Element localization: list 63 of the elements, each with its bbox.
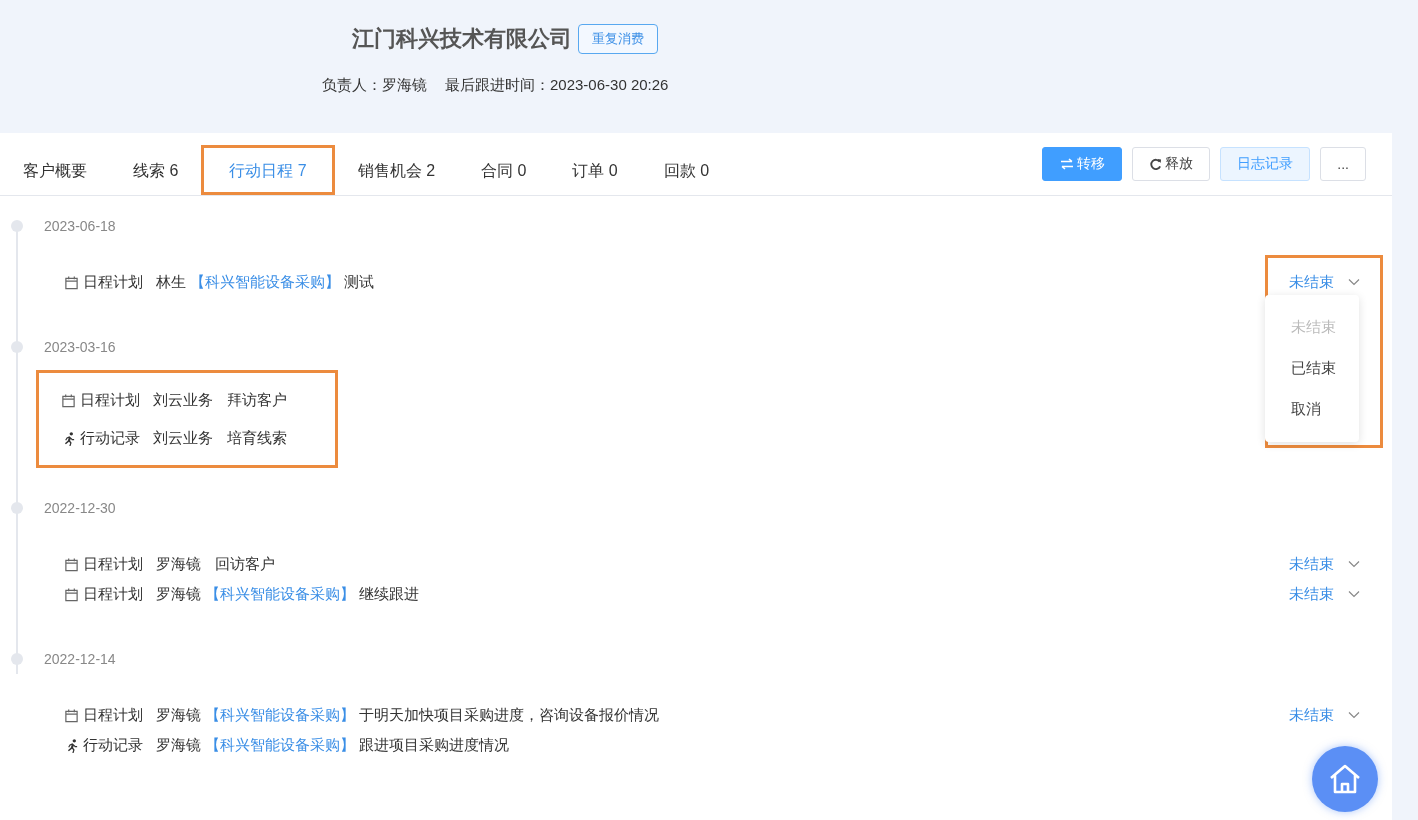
entry-person: 林生 — [156, 272, 186, 292]
entry-person: 罗海镜 — [156, 735, 201, 755]
entry-person: 罗海镜 — [156, 584, 201, 604]
project-link[interactable]: 【科兴智能设备采购】 — [190, 272, 340, 292]
status-dropdown[interactable]: 未结束 — [1289, 554, 1360, 574]
entry-content: 测试 — [344, 272, 374, 292]
entry-content: 回访客户 — [215, 554, 275, 574]
calendar-icon — [64, 556, 79, 572]
entry-person: 刘云业务 — [153, 390, 213, 410]
chevron-down-icon — [1348, 560, 1360, 568]
chevron-down-icon — [1348, 711, 1360, 719]
entry-type: 日程计划 — [83, 705, 143, 725]
entry-person: 罗海镜 — [156, 554, 201, 574]
refresh-icon — [1149, 157, 1163, 171]
swap-icon — [1059, 158, 1074, 170]
tab[interactable]: 销售机会 2 — [334, 133, 459, 195]
timeline-date: 2023-03-16 — [44, 338, 116, 355]
entry-content: 于明天加快项目采购进度，咨询设备报价情况 — [359, 705, 659, 725]
entry-type: 日程计划 — [83, 554, 143, 574]
entry-content: 培育线索 — [227, 428, 287, 448]
tab[interactable]: 合同 0 — [458, 133, 550, 195]
entry-content: 跟进项目采购进度情况 — [359, 735, 509, 755]
calendar-icon — [64, 707, 79, 723]
entry-type: 日程计划 — [83, 584, 143, 604]
tab[interactable]: 订单 0 — [549, 133, 641, 195]
tab[interactable]: 线索 6 — [110, 133, 202, 195]
status-dropdown[interactable]: 未结束 — [1289, 272, 1360, 292]
entry-person: 罗海镜 — [156, 705, 201, 725]
status-option[interactable]: 取消 — [1265, 388, 1359, 430]
project-link[interactable]: 【科兴智能设备采购】 — [205, 584, 355, 604]
entry-person: 刘云业务 — [153, 428, 213, 448]
entry-type: 行动记录 — [83, 735, 143, 755]
tab[interactable]: 客户概要 — [0, 133, 110, 195]
chevron-down-icon — [1348, 278, 1360, 286]
status-option[interactable]: 未结束 — [1265, 306, 1359, 348]
owner-text: 负责人：罗海镜 — [322, 76, 427, 95]
timeline-date: 2022-12-14 — [44, 650, 116, 667]
timeline-date: 2022-12-30 — [44, 499, 116, 516]
entry-type: 日程计划 — [83, 272, 143, 292]
timeline-date: 2023-06-18 — [44, 217, 116, 234]
home-button[interactable] — [1312, 746, 1378, 812]
entry-content: 拜访客户 — [227, 390, 287, 410]
project-link[interactable]: 【科兴智能设备采购】 — [205, 705, 355, 725]
action-button[interactable]: 日志记录 — [1220, 147, 1311, 181]
tab[interactable]: 行动日程 7 — [201, 145, 335, 195]
entry-type: 日程计划 — [80, 390, 140, 410]
last-follow-text: 最后跟进时间：2023-06-30 20:26 — [445, 76, 669, 95]
action-button[interactable]: 转移 — [1042, 147, 1123, 181]
project-link[interactable]: 【科兴智能设备采购】 — [205, 735, 355, 755]
chevron-down-icon — [1348, 590, 1360, 598]
calendar-icon — [61, 392, 76, 408]
action-button[interactable]: ... — [1320, 147, 1366, 181]
status-option[interactable]: 已结束 — [1265, 347, 1359, 389]
calendar-icon — [64, 274, 79, 290]
customer-tag[interactable]: 重复消费 — [578, 24, 658, 54]
status-dropdown[interactable]: 未结束 — [1289, 584, 1360, 604]
company-name: 江门科兴技术有限公司 — [352, 25, 572, 53]
entry-content: 继续跟进 — [359, 584, 419, 604]
status-dropdown[interactable]: 未结束 — [1289, 705, 1360, 725]
entry-type: 行动记录 — [80, 428, 140, 448]
action-button[interactable]: 释放 — [1132, 147, 1211, 181]
tab[interactable]: 回款 0 — [640, 133, 733, 195]
calendar-icon — [64, 586, 79, 602]
